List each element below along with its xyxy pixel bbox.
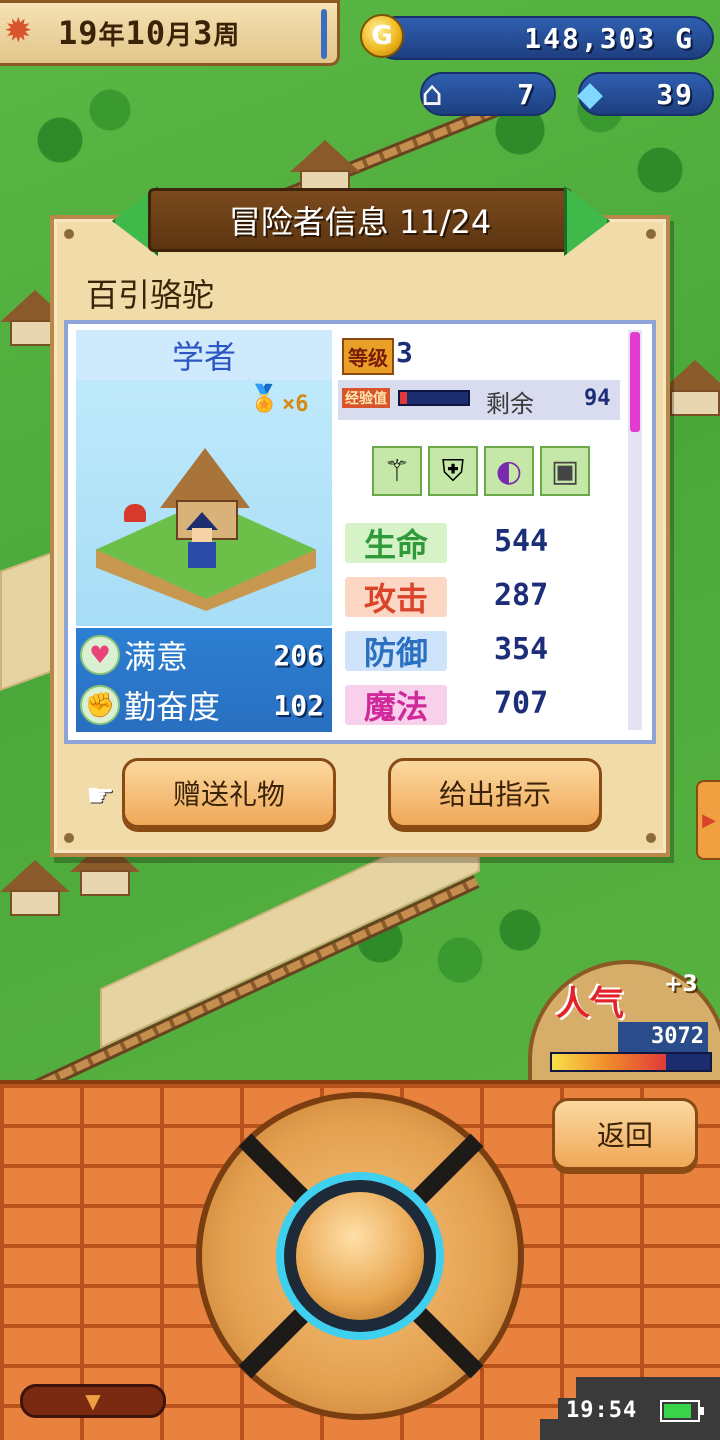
gold-coin-icon: G <box>360 14 404 58</box>
date-week-unit: 周 <box>213 21 241 51</box>
crystal-icon: ◆ <box>576 74 604 114</box>
popularity-bar-fill <box>552 1054 666 1070</box>
popularity-label: 人气 <box>556 984 624 1024</box>
armor-icon[interactable]: ⛨ <box>428 446 478 496</box>
staff-icon[interactable]: ⚚ <box>372 446 422 496</box>
collapse-menu-button[interactable]: ▼ <box>20 1384 166 1418</box>
exp-bar <box>398 390 470 406</box>
maple-leaf-icon: ✹ <box>4 11 33 51</box>
coin-symbol: G <box>371 21 393 51</box>
confirm-button[interactable] <box>296 1192 424 1320</box>
side-menu-tab-icon[interactable]: ▶ <box>696 780 720 860</box>
diligence-label: 勤奋度 <box>124 688 221 726</box>
fence <box>20 875 480 1099</box>
popularity-bar <box>550 1052 712 1072</box>
satisfaction-value: 206 <box>273 638 324 672</box>
heart-icon: ♥ <box>80 635 120 675</box>
medal-count: ×6 <box>282 392 309 417</box>
rivet <box>64 833 74 843</box>
exp-label: 经验值 <box>342 388 390 408</box>
remain-label: 剩余 <box>486 390 534 418</box>
popularity-value: 3072 <box>618 1022 708 1052</box>
diligence-row: ✊ 勤奋度 102 <box>80 680 328 730</box>
level-label: 等级 <box>342 338 394 375</box>
satisfaction-label: 满意 <box>124 638 189 676</box>
date-month-unit: 月 <box>166 21 194 51</box>
magic-label: 魔法 <box>342 682 450 728</box>
popularity-increase: +3 <box>664 972 698 997</box>
medal-icon: 🏅 <box>248 384 281 414</box>
hp-value: 544 <box>494 524 549 559</box>
magic-value: 707 <box>494 686 549 721</box>
witch-hat-icon[interactable]: ◐ <box>484 446 534 496</box>
attack-value: 287 <box>494 578 549 613</box>
satisfaction-row: ♥ 满意 206 <box>80 630 328 680</box>
give-gift-button[interactable]: 赠送礼物 <box>122 758 336 828</box>
adventurer-sprite <box>184 512 220 568</box>
attack-label: 攻击 <box>342 574 450 620</box>
level-value: 3 <box>396 336 413 369</box>
scrollbar-thumb[interactable] <box>630 332 640 432</box>
battery-level <box>664 1404 692 1418</box>
adventurer-name: 百引骆驼 <box>86 276 215 314</box>
diligence-icon: ✊ <box>80 685 120 725</box>
game-date: 19年10月3周 <box>58 14 240 52</box>
map-house[interactable] <box>0 860 70 916</box>
pointing-hand-icon: ☛ <box>86 776 115 814</box>
remain-value: 94 <box>584 386 611 411</box>
gold-display: 148,303 G <box>374 16 714 60</box>
crystal-count: 39 <box>656 77 694 111</box>
date-week: 3 <box>193 14 214 52</box>
hp-label: 生命 <box>342 520 450 566</box>
exp-bar-fill <box>400 392 407 404</box>
game-clock: 19:54 <box>566 1398 638 1423</box>
back-button[interactable]: 返回 <box>552 1098 698 1170</box>
battery-icon <box>660 1400 704 1422</box>
detail-scrollbar[interactable] <box>628 330 642 730</box>
give-instruction-button[interactable]: 给出指示 <box>388 758 602 828</box>
date-year-unit: 年 <box>98 21 126 51</box>
gold-amount: 148,303 G <box>524 21 694 55</box>
date-panel[interactable]: ✹ 19年10月3周 <box>0 0 340 66</box>
date-month: 10 <box>125 14 167 52</box>
accessory-icon[interactable]: ▣ <box>540 446 590 496</box>
adventurer-class: 学者 <box>76 330 332 380</box>
diligence-value: 102 <box>273 688 324 722</box>
defense-label: 防御 <box>342 628 450 674</box>
rivet <box>646 229 656 239</box>
building-count: 7 <box>517 77 536 111</box>
date-progress-marker <box>321 9 327 59</box>
date-year: 19 <box>58 14 99 52</box>
building-icon: ⌂ <box>421 74 443 114</box>
mailbox-icon <box>124 504 146 522</box>
rivet <box>646 833 656 843</box>
defense-value: 354 <box>494 632 549 667</box>
dialog-title: 冒险者信息 11/24 <box>148 188 572 252</box>
rivet <box>64 229 74 239</box>
